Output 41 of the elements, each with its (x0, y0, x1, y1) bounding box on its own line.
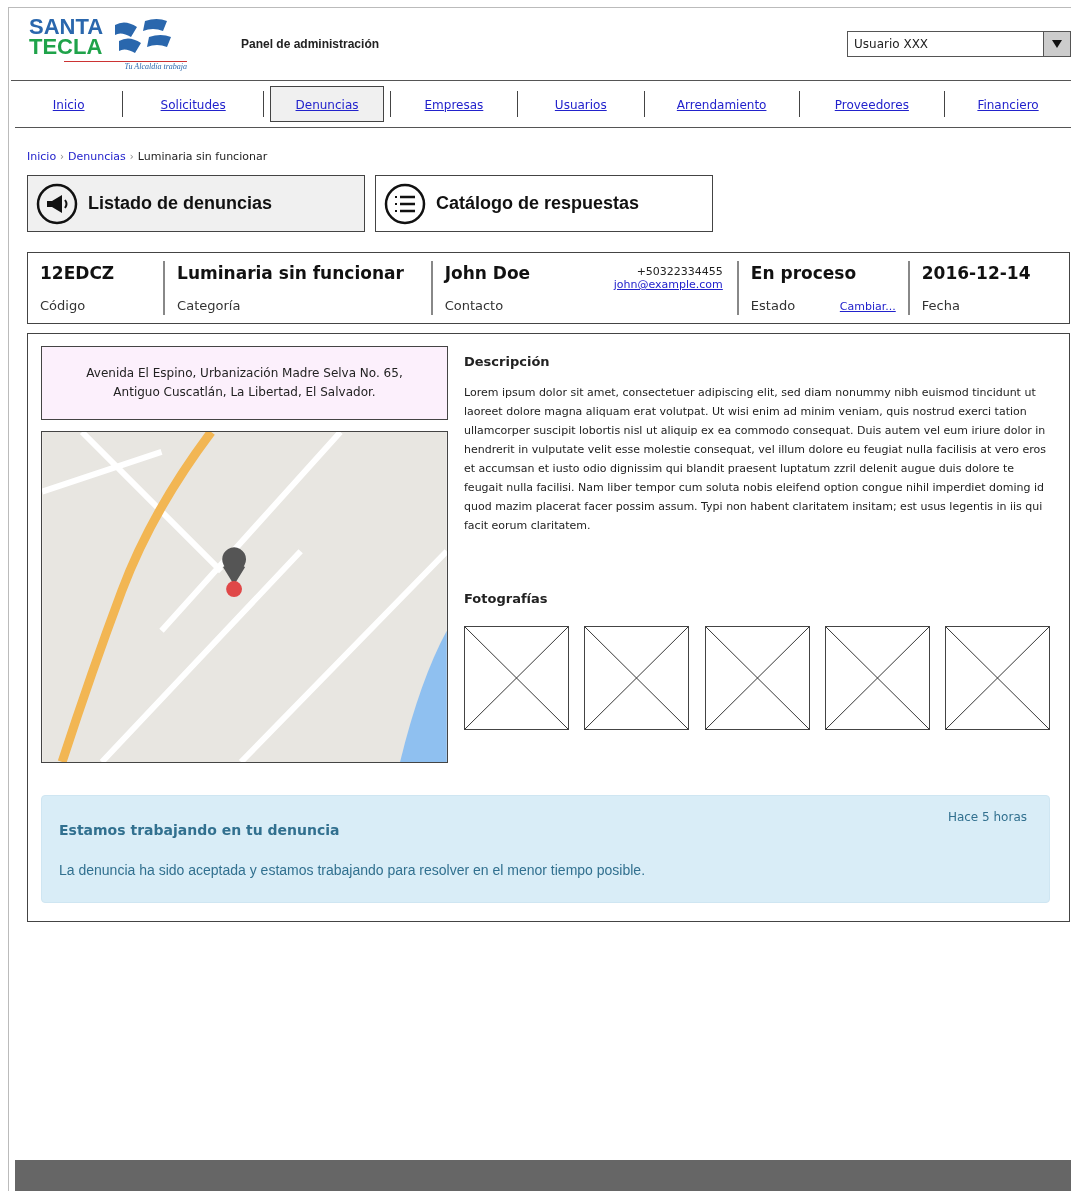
caret-icon (1052, 40, 1062, 48)
breadcrumb-current: Luminaria sin funcionar (137, 150, 268, 163)
summary-label: Contacto (444, 298, 504, 313)
nav-tab[interactable]: Inicio (21, 86, 117, 122)
description-text: Lorem ipsum dolor sit amet, consectetuer adipiscing elit, sed diam nonummy nibh euismod tincidunt ut laoreet dolore magna aliquam erat volutpat. Ut wisi enim ad minim veniam, quis nostrud exerci tation ullamcorper suscipit lobortis nisl ut aliquip ex ea commodo consequat. Duis autem vel eum iriure dolor in hendrerit in vulputate velit esse molestie consequat, vel illum dolore eu feugiat nulla facilisis at vero eros et accumsan et iusto odio dignissim qui blandit praesent luptatum zzril delenit augue duis dolore te feugait nulla facilisi. Nam liber tempor cum soluta nobis eleifend option congue nihil imperdiet doming id quod mazim placerat facer possim assum. Typi non habent claritatem insitam; est usus legentis in iis qui facit eorum claritatem. (464, 385, 1047, 534)
summary-value: 12EDCZ (40, 263, 115, 283)
phone-number: +50322334455 (636, 265, 723, 278)
summary-value: 2016-12-14 (921, 263, 1031, 283)
summary-value: Luminaria sin funcionar (177, 263, 404, 283)
nav-tab[interactable]: Financiero (951, 86, 1065, 122)
summary-label: Categoría (177, 298, 241, 313)
action-button[interactable]: Listado de denuncias (27, 175, 365, 232)
summary-label: Fecha (921, 298, 960, 313)
breadcrumb-link[interactable]: Denuncias (68, 150, 126, 163)
numbered-list-icon (384, 182, 426, 225)
summary-value: En proceso (750, 263, 857, 283)
panel-title: Panel de administración (241, 37, 380, 51)
user-select[interactable]: Usuario XXX (847, 31, 1071, 57)
summary-label: Estado (750, 298, 796, 313)
change-link[interactable]: Cambiar... (839, 300, 896, 313)
alert-time: Hace 5 horas (947, 810, 1027, 824)
breadcrumb-separator: › (129, 151, 134, 162)
breadcrumb-link[interactable]: Inicio (27, 150, 57, 163)
nav-tab[interactable]: Usuarios (523, 86, 638, 122)
nav-tab[interactable]: Arrendamiento (650, 86, 793, 122)
breadcrumb-separator: › (60, 151, 65, 162)
nav-tab[interactable]: Denuncias (270, 86, 384, 122)
summary-label: Código (40, 298, 86, 313)
nav-tab[interactable]: Proveedores (805, 86, 939, 122)
email-link[interactable]: john@example.com (613, 278, 723, 291)
alert-message: La denuncia ha sido aceptada y estamos trabajando para resolver en el menor tiempo posible. (59, 862, 647, 878)
summary-value: John Doe (444, 263, 531, 283)
action-button[interactable]: Catálogo de respuestas (375, 175, 713, 232)
section-title: Descripción (464, 354, 551, 369)
nav-tab[interactable]: Solicitudes (129, 86, 258, 122)
section-title: Fotografías (464, 591, 549, 606)
address-box: Avenida El Espino, Urbanización Madre Selva No. 65, Antiguo Cuscatlán, La Libertad, El Salvador. (41, 346, 448, 420)
logo: SANTA TECLA Tu Alcaldía trabaja (29, 17, 187, 71)
nav-tab[interactable]: Empresas (396, 86, 511, 122)
megaphone-icon (36, 182, 78, 225)
alert-title: Estamos trabajando en tu denuncia (59, 822, 340, 838)
